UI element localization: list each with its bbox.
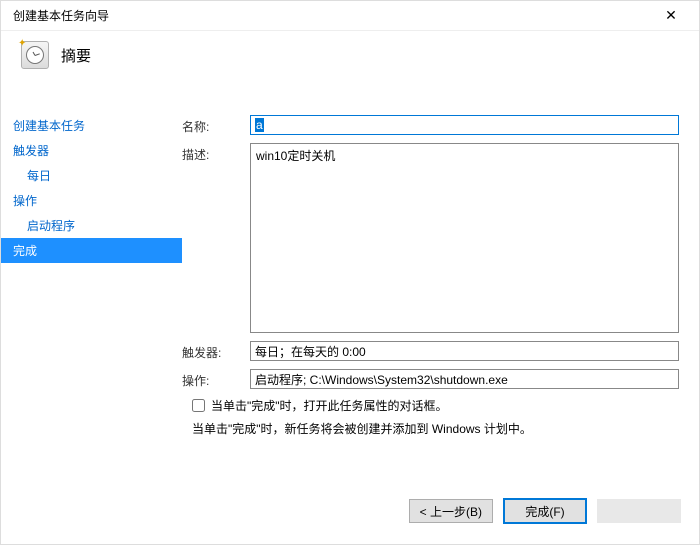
main-panel: 名称: a 描述: win10定时关机 触发器: 每日；在每天的 0:00 操作… <box>182 83 699 488</box>
sidebar-item-2[interactable]: 每日 <box>1 163 182 188</box>
content: 创建基本任务触发器每日操作启动程序完成 名称: a 描述: win10定时关机 … <box>1 83 699 488</box>
wizard-header: ✦ 摘要 <box>1 31 699 83</box>
trigger-value[interactable]: 每日；在每天的 0:00 <box>250 341 679 361</box>
footer: < 上一步(B) 完成(F) <box>1 488 699 536</box>
sidebar-item-1[interactable]: 触发器 <box>1 138 182 163</box>
open-properties-checkbox[interactable] <box>192 399 205 412</box>
open-properties-label: 当单击"完成"时，打开此任务属性的对话框。 <box>211 397 448 414</box>
trigger-label: 触发器: <box>182 341 240 361</box>
page-title: 摘要 <box>61 45 91 66</box>
action-value[interactable]: 启动程序; C:\Windows\System32\shutdown.exe <box>250 369 679 389</box>
sidebar-item-4[interactable]: 启动程序 <box>1 213 182 238</box>
footer-spacer <box>597 499 681 523</box>
sidebar-item-5[interactable]: 完成 <box>1 238 182 263</box>
description-input[interactable]: win10定时关机 <box>250 143 679 333</box>
sidebar-item-0[interactable]: 创建基本任务 <box>1 113 182 138</box>
titlebar: 创建基本任务向导 ✕ <box>1 1 699 31</box>
scheduler-icon: ✦ <box>21 41 49 69</box>
action-label: 操作: <box>182 369 240 389</box>
window-title: 创建基本任务向导 <box>9 7 109 24</box>
info-text: 当单击"完成"时，新任务将会被创建并添加到 Windows 计划中。 <box>192 420 679 437</box>
close-button[interactable]: ✕ <box>651 2 691 30</box>
sidebar: 创建基本任务触发器每日操作启动程序完成 <box>1 83 182 488</box>
name-input[interactable]: a <box>250 115 679 135</box>
name-label: 名称: <box>182 115 240 135</box>
sidebar-item-3[interactable]: 操作 <box>1 188 182 213</box>
back-button[interactable]: < 上一步(B) <box>409 499 493 523</box>
finish-button[interactable]: 完成(F) <box>503 498 587 524</box>
description-label: 描述: <box>182 143 240 163</box>
close-icon: ✕ <box>665 7 677 24</box>
